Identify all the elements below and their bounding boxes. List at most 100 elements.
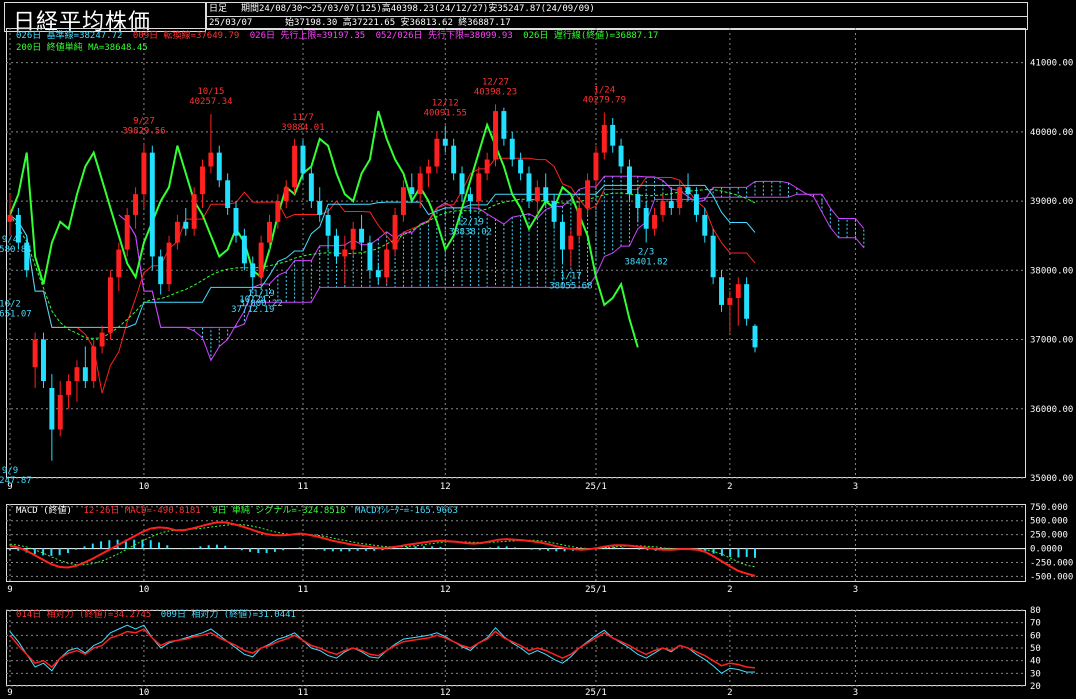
candle-body (626, 166, 632, 195)
candle-body (99, 332, 105, 347)
tenkan-line (9, 157, 756, 394)
trough-label-date: 10/2 (0, 299, 21, 309)
price-y-tick: 36000.00 (1030, 405, 1073, 415)
candle-body (158, 256, 164, 285)
price-x-tick: 3 (853, 482, 858, 492)
macd-x-tick: 9 (7, 585, 12, 595)
candle-body (350, 228, 356, 250)
trough-label-value: 38055.68 (549, 281, 592, 291)
candle-body (752, 325, 758, 348)
candle-body (208, 152, 214, 167)
rsi-y-tick: 80 (1030, 606, 1041, 616)
peak-label-value: 40398.23 (474, 87, 517, 97)
peak-label-date: 11/7 (292, 113, 314, 123)
candle-body (710, 235, 716, 278)
macd-x-tick: 12 (440, 585, 451, 595)
legend-span-lower: 052/026日 先行下限=38099.93 (375, 31, 513, 41)
rsi-y-tick: 40 (1030, 657, 1041, 667)
candle-body (200, 166, 206, 195)
candle-body (585, 180, 591, 208)
macd-x-tick: 11 (298, 585, 309, 595)
macd-y-tick: -250.000 (1030, 559, 1073, 569)
trough-label-value: 38580.84 (0, 245, 32, 255)
candle-body (551, 201, 557, 222)
candle-body (417, 173, 423, 195)
candle-body (82, 367, 88, 382)
candle-body (685, 187, 691, 195)
rsi-y-tick: 70 (1030, 619, 1041, 629)
legend-ma: 200日 終値単純 MA=38648.45 (16, 43, 148, 53)
rsi-x-tick: 9 (7, 688, 12, 698)
price-x-tick: 11 (298, 482, 309, 492)
macd-x-tick: 2 (727, 585, 732, 595)
trough-label-value: 38401.82 (625, 257, 668, 267)
macd-legend: MACD (終値) 12-26日 MACD=-490.8181 9日 単純 シグ… (16, 506, 458, 517)
peak-label-value: 40091.55 (424, 109, 467, 119)
candle-body (325, 214, 331, 236)
price-x-tick: 25/1 (585, 482, 607, 492)
candle-body (141, 152, 147, 195)
candle-body (166, 242, 172, 285)
price-y-tick: 35000.00 (1030, 474, 1073, 484)
chart-svg: 35000.00 36000.00 37000.00 38000.00 39000.00… (0, 28, 1073, 698)
candle-body (568, 235, 574, 250)
candle-body (693, 194, 699, 215)
candle-body (543, 187, 549, 202)
candle-body (300, 145, 306, 174)
candle-body (677, 187, 683, 208)
macd-signal-line (9, 524, 756, 568)
price-y-tick: 41000.00 (1030, 59, 1073, 69)
macd-y-tick: 750.000 (1030, 503, 1068, 513)
trough-label-date: 2/3 (638, 247, 654, 257)
candle-body (459, 173, 465, 195)
candle-body (384, 249, 390, 278)
peak-label-date: 12/12 (432, 99, 459, 109)
candle-body (610, 124, 616, 146)
candle-body (526, 173, 532, 202)
candle-body (49, 388, 55, 430)
chart-window: 日経平均株価 日足 期間24/08/30～25/03/07(125)高40398… (0, 0, 1076, 699)
candle-body (719, 277, 725, 305)
candle-body (91, 346, 97, 382)
candle-body (149, 152, 155, 257)
candle-body (367, 242, 373, 271)
candle-body (493, 111, 498, 160)
candle-body (174, 221, 180, 243)
legend-tenkan: 009日 転換線=37649.79 (132, 31, 240, 41)
peak-label-date: 10/15 (197, 87, 224, 97)
candle-body (392, 214, 398, 250)
candle-body (7, 214, 13, 222)
trough-label-value: 37800.22 (239, 299, 282, 309)
candle-body (225, 180, 231, 208)
rsi-x-tick: 10 (139, 688, 150, 698)
candle-body (476, 173, 482, 202)
macd-y-tick: 500.000 (1030, 517, 1068, 527)
legend-span-upper: 026日 先行上限=39197.35 (249, 31, 366, 41)
candle-body (333, 235, 339, 257)
candle-body (727, 298, 733, 305)
candle-body (216, 152, 222, 181)
candle-body (57, 394, 63, 430)
candle-body (124, 214, 130, 250)
legend-chikou: 026日 遅行線(終値)=36887.17 (523, 31, 659, 41)
macd-x-tick: 25/1 (585, 585, 607, 595)
candle-body (409, 187, 415, 195)
rsi-x-tick: 2 (727, 688, 732, 698)
candle-body (191, 194, 197, 229)
legend-rsi14: 014日 相対力 (終値)=34.2745 (16, 610, 152, 620)
trough-label-date: 11/19 (248, 289, 275, 299)
candle-body (618, 145, 624, 167)
candle-body (643, 208, 649, 229)
trough-label-date: 1/17 (560, 271, 582, 281)
candle-body (342, 249, 348, 257)
price-y-tick: 40000.00 (1030, 128, 1073, 138)
peak-label-date: 12/27 (482, 77, 509, 87)
candle-body (258, 242, 264, 278)
trough-label-date: 9/9 (2, 466, 18, 476)
candle-body (233, 208, 239, 236)
peak-label-date: 1/24 (593, 85, 615, 95)
rsi-x-tick: 12 (440, 688, 451, 698)
candle-body (601, 124, 607, 153)
price-y-tick: 37000.00 (1030, 336, 1073, 346)
price-legend-row2: 200日 終値単純 MA=38648.45 (16, 43, 148, 54)
